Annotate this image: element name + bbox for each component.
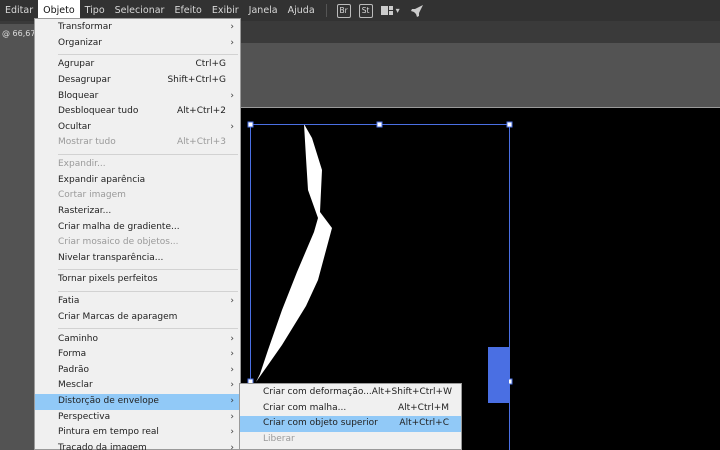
menu-divider [58, 290, 238, 292]
menu-item-mostrar-tudo[interactable]: Mostrar tudo Alt+Ctrl+3 [35, 135, 240, 151]
submenu-arrow-icon: › [230, 380, 234, 391]
submenu-arrow-icon: › [230, 333, 234, 344]
selection-handle[interactable] [506, 121, 513, 128]
menu-item-nivelar-transparencia[interactable]: Nivelar transparência... [35, 251, 240, 267]
submenu-arrow-icon: › [230, 411, 234, 422]
submenu-arrow-icon: › [230, 90, 234, 101]
submenu-item-criar-deformacao[interactable]: Criar com deformação... Alt+Shift+Ctrl+W [240, 385, 461, 401]
menu-item-desbloquear-tudo[interactable]: Desbloquear tudo Alt+Ctrl+2 [35, 104, 240, 120]
white-shape[interactable] [256, 124, 332, 382]
menu-item-criar-mosaico[interactable]: Criar mosaico de objetos... [35, 235, 240, 251]
menu-item-pintura-tempo-real[interactable]: Pintura em tempo real › [35, 425, 240, 441]
menu-divider [58, 53, 238, 55]
submenu-item-liberar[interactable]: Liberar [240, 432, 461, 448]
menu-divider [58, 268, 238, 270]
blue-rectangle[interactable] [488, 347, 509, 403]
menu-item-organizar[interactable]: Organizar › [35, 36, 240, 52]
menu-item-forma[interactable]: Forma › [35, 347, 240, 363]
submenu-arrow-icon: › [230, 396, 234, 406]
submenu-arrow-icon: › [230, 296, 234, 307]
menu-divider [58, 328, 238, 330]
distorcao-envelope-submenu: Criar com deformação... Alt+Shift+Ctrl+W … [239, 383, 462, 450]
menu-item-expandir-aparencia[interactable]: Expandir aparência [35, 173, 240, 189]
menu-item-transformar[interactable]: Transformar › [35, 20, 240, 36]
submenu-arrow-icon: › [230, 427, 234, 438]
menu-item-criar-malha-gradiente[interactable]: Criar malha de gradiente... [35, 220, 240, 236]
submenu-arrow-icon: › [230, 442, 234, 450]
submenu-item-criar-malha[interactable]: Criar com malha... Alt+Ctrl+M [240, 401, 461, 417]
submenu-arrow-icon: › [230, 121, 234, 132]
submenu-item-criar-objeto-superior[interactable]: Criar com objeto superior Alt+Ctrl+C [240, 416, 461, 432]
menu-item-expandir[interactable]: Expandir... [35, 157, 240, 173]
selection-handle[interactable] [247, 121, 254, 128]
menu-item-tracado-imagem[interactable]: Traçado da imagem › [35, 441, 240, 450]
menu-item-agrupar[interactable]: Agrupar Ctrl+G [35, 57, 240, 73]
objeto-menu: Transformar › Organizar › Agrupar Ctrl+G De… [34, 18, 241, 450]
menu-item-caminho[interactable]: Caminho › [35, 332, 240, 348]
menu-item-mesclar[interactable]: Mesclar › [35, 378, 240, 394]
menu-item-bloquear[interactable]: Bloquear › [35, 89, 240, 105]
menu-item-criar-marcas-aparagem[interactable]: Criar Marcas de aparagem [35, 310, 240, 326]
menu-item-fatia[interactable]: Fatia › [35, 294, 240, 310]
menu-item-tornar-pixels-perfeitos[interactable]: Tornar pixels perfeitos [35, 272, 240, 288]
selection-handle[interactable] [376, 121, 383, 128]
menu-divider [58, 153, 238, 155]
submenu-arrow-icon: › [230, 22, 234, 32]
menu-item-rasterizar[interactable]: Rasterizar... [35, 204, 240, 220]
menu-item-perspectiva[interactable]: Perspectiva › [35, 410, 240, 426]
menu-item-ocultar[interactable]: Ocultar › [35, 120, 240, 136]
menu-item-distorcao-envelope[interactable]: Distorção de envelope › [35, 394, 240, 410]
submenu-arrow-icon: › [230, 364, 234, 375]
submenu-arrow-icon: › [230, 349, 234, 360]
menu-item-cortar-imagem[interactable]: Cortar imagem [35, 188, 240, 204]
menu-item-padrao[interactable]: Padrão › [35, 363, 240, 379]
submenu-arrow-icon: › [230, 37, 234, 48]
menu-item-desagrupar[interactable]: Desagrupar Shift+Ctrl+G [35, 73, 240, 89]
